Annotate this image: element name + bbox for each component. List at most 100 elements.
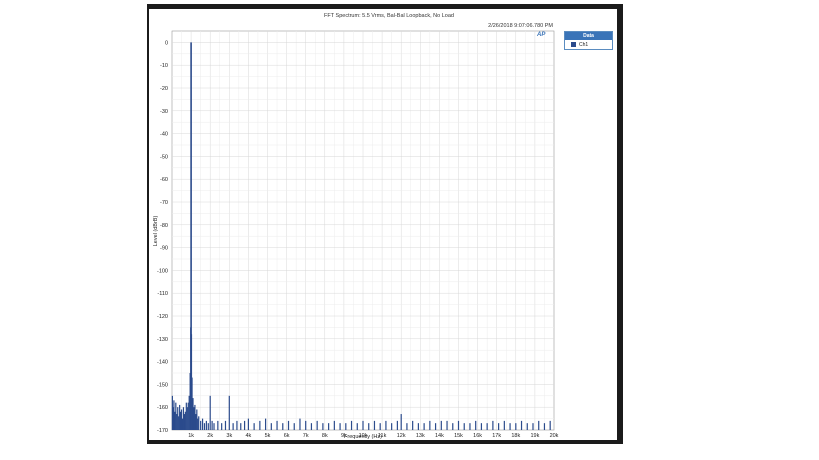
spectrum-bar xyxy=(463,423,465,430)
spectrum-bar xyxy=(385,420,387,430)
x-tick-label: 18k xyxy=(511,433,520,439)
spectrum-bar xyxy=(333,420,335,430)
spectrum-bar xyxy=(412,420,414,430)
spectrum-bar xyxy=(243,420,246,430)
x-tick-label: 4k xyxy=(245,433,251,439)
chart-title: FFT Spectrum: 5.5 Vrms, Bal-Bal Loopback… xyxy=(324,13,454,19)
y-tick-label: -140 xyxy=(157,360,168,366)
y-tick-label: -50 xyxy=(160,154,168,160)
plot-window-frame: FFT Spectrum: 5.5 Vrms, Bal-Bal Loopback… xyxy=(147,4,623,444)
spectrum-bar xyxy=(526,423,528,430)
spectrum-bar xyxy=(356,423,358,430)
x-tick-label: 20k xyxy=(550,433,559,439)
spectrum-bar xyxy=(276,420,278,430)
spectrum-bar xyxy=(373,420,376,430)
spectrum-bar xyxy=(228,395,230,430)
spectrum-bar xyxy=(446,420,448,430)
ap-logo-icon: AP xyxy=(537,32,546,38)
spectrum-bar xyxy=(339,423,341,430)
spectrum-bar xyxy=(305,420,307,430)
legend-entry-ch1[interactable]: Ch1 xyxy=(565,40,612,49)
spectrum-bar xyxy=(200,420,202,430)
spectrum-bar xyxy=(492,420,494,430)
spectrum-bar xyxy=(282,423,284,430)
spectrum-bar xyxy=(213,423,215,430)
spectrum-bar xyxy=(486,423,488,430)
spectrum-bar xyxy=(480,423,483,430)
plot-panel: FFT Spectrum: 5.5 Vrms, Bal-Bal Loopback… xyxy=(149,9,617,440)
spectrum-bar xyxy=(406,423,408,430)
y-tick-label: -100 xyxy=(157,268,168,274)
spectrum-bar xyxy=(423,423,425,430)
chart-timestamp: 2/26/2018 9:07:06.780 PM xyxy=(488,23,553,29)
spectrum-bar xyxy=(515,423,517,430)
y-tick-label: -40 xyxy=(160,132,168,138)
x-tick-label: 15k xyxy=(454,433,463,439)
x-tick-label: 2k xyxy=(207,433,213,439)
x-tick-label: 17k xyxy=(492,433,501,439)
spectrum-bar xyxy=(253,423,255,430)
spectrum-bar xyxy=(362,420,364,430)
spectrum-bar xyxy=(322,423,324,430)
spectrum-bar xyxy=(391,423,393,430)
spectrum-bar xyxy=(310,423,313,430)
spectrum-bar xyxy=(209,395,211,430)
y-tick-label: -160 xyxy=(157,405,168,411)
spectrum-bar xyxy=(440,420,442,430)
spectrum-bar xyxy=(400,414,402,430)
y-tick-label: -70 xyxy=(160,200,168,206)
y-tick-label: -90 xyxy=(160,246,168,252)
x-tick-label: 16k xyxy=(473,433,482,439)
spectrum-bar xyxy=(368,423,370,430)
fft-spectrum-chart: FFT Spectrum: 5.5 Vrms, Bal-Bal Loopback… xyxy=(153,13,559,440)
spectrum-bar xyxy=(224,420,227,430)
spectrum-bar xyxy=(217,420,219,430)
spectrum-bar xyxy=(264,418,267,430)
x-tick-label: 3k xyxy=(226,433,232,439)
y-tick-label: -60 xyxy=(160,177,168,183)
spectrum-bar xyxy=(345,423,347,430)
spectrum-bar xyxy=(549,420,551,430)
spectrum-bar xyxy=(299,418,301,430)
x-tick-label: 8k xyxy=(322,433,328,439)
grid-lines xyxy=(172,31,554,430)
y-tick-label: -30 xyxy=(160,109,168,115)
spectrum-bar xyxy=(452,423,454,430)
x-axis-label: Frequency (Hz) xyxy=(344,434,382,440)
spectrum-bar xyxy=(469,423,471,430)
y-tick-label: -10 xyxy=(160,63,168,69)
spectrum-bar xyxy=(417,423,419,430)
spectrum-bar xyxy=(316,420,318,430)
y-tick-label: -130 xyxy=(157,337,168,343)
legend: Data Ch1 xyxy=(564,31,613,50)
spectrum-bar xyxy=(434,423,437,430)
spectrum-bar xyxy=(198,416,200,430)
spectrum-bar xyxy=(475,420,477,430)
spectrum-bar xyxy=(520,420,523,430)
spectrum-bar xyxy=(457,420,460,430)
spectrum-bar xyxy=(328,423,330,430)
spectrum-bar xyxy=(201,418,204,430)
y-tick-label: -150 xyxy=(157,382,168,388)
y-tick-label: 0 xyxy=(165,40,168,46)
legend-swatch xyxy=(571,42,576,47)
spectrum-bar xyxy=(503,420,505,430)
spectrum-bar xyxy=(498,423,500,430)
spectrum-bar xyxy=(232,423,234,430)
y-axis-label: Level (dBrB) xyxy=(153,216,159,247)
legend-title: Data xyxy=(565,32,612,40)
y-tick-label: -20 xyxy=(160,86,168,92)
y-tick-label: -80 xyxy=(160,223,168,229)
x-tick-label: 19k xyxy=(530,433,539,439)
spectrum-bar xyxy=(236,420,238,430)
spectrum-bar xyxy=(240,423,242,430)
x-tick-label: 1k xyxy=(188,433,194,439)
spectrum-bar xyxy=(247,418,249,430)
x-tick-label: 5k xyxy=(265,433,271,439)
x-tick-label: 14k xyxy=(435,433,444,439)
spectrum-bar xyxy=(350,420,353,430)
x-tick-label: 13k xyxy=(416,433,425,439)
y-tick-label: -110 xyxy=(157,291,168,297)
spectrum-bar xyxy=(203,423,206,430)
y-tick-label: -120 xyxy=(157,314,168,320)
